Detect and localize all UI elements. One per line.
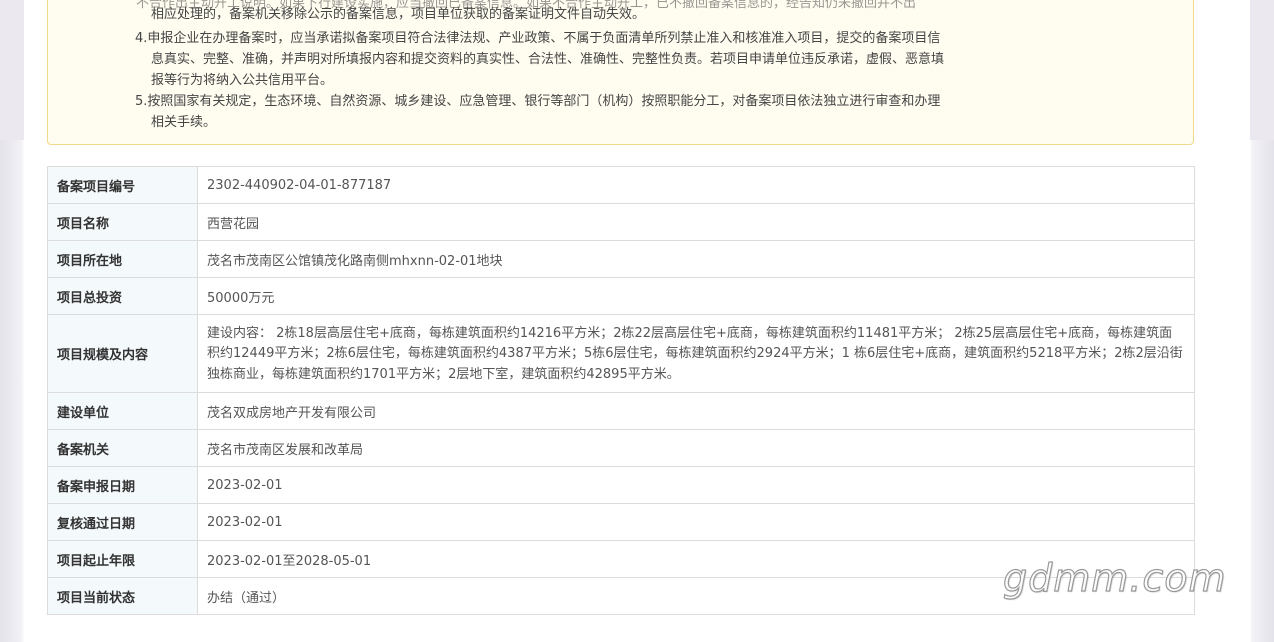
table-row: 建设单位 茂名双成房地产开发有限公司 [47, 392, 1195, 430]
notice-line: 息真实、完整、准确，并声明对所填报内容和提交资料的真实性、合法性、准确性、完整性… [151, 52, 945, 67]
filing-authority-value: 茂名市茂南区发展和改革局 [197, 429, 1195, 467]
page: 不合作出主动开工说明。如果下行建设实施，应当撤回已备案信息。如果不合作主动开工，… [0, 0, 1274, 642]
total-investment-label: 项目总投资 [47, 277, 198, 315]
filing-date-label: 备案申报日期 [47, 466, 198, 504]
project-name-value: 西营花园 [197, 203, 1195, 241]
project-location-value: 茂名市茂南区公馆镇茂化路南侧mhxnn-02-01地块 [197, 240, 1195, 278]
project-scale-value: 建设内容： 2栋18层高层住宅+底商，每栋建筑面积约14216平方米；2栋22层… [197, 314, 1195, 393]
table-row: 复核通过日期 2023-02-01 [47, 503, 1195, 541]
filing-authority-label: 备案机关 [47, 429, 198, 467]
notice-line: 相应处理的，备案机关移除公示的备案信息，项目单位获取的备案证明文件自动失效。 [151, 7, 646, 22]
table-row: 项目总投资 50000万元 [47, 277, 1195, 315]
table-row: 项目规模及内容 建设内容： 2栋18层高层住宅+底商，每栋建筑面积约14216平… [47, 314, 1195, 393]
notice-line: 报等行为将纳入公共信用平台。 [151, 73, 334, 88]
project-status-label: 项目当前状态 [47, 577, 198, 615]
right-background-strip [1250, 0, 1274, 140]
project-period-label: 项目起止年限 [47, 540, 198, 578]
notice-panel: 不合作出主动开工说明。如果下行建设实施，应当撤回已备案信息。如果不合作主动开工，… [47, 0, 1194, 145]
notice-item-5: 5.按照国家有关规定，生态环境、自然资源、城乡建设、应急管理、银行等部门（机构）… [135, 94, 941, 109]
table-row: 备案申报日期 2023-02-01 [47, 466, 1195, 504]
filing-date-value: 2023-02-01 [197, 466, 1195, 504]
notice-item-4: 4.申报企业在办理备案时，应当承诺拟备案项目符合法律法规、产业政策、不属于负面清… [135, 31, 941, 46]
record-number-label: 备案项目编号 [47, 166, 198, 204]
notice-line: 相关手续。 [151, 115, 217, 130]
project-name-label: 项目名称 [47, 203, 198, 241]
project-scale-label: 项目规模及内容 [47, 314, 198, 393]
total-investment-value: 50000万元 [197, 277, 1195, 315]
record-number-value: 2302-440902-04-01-877187 [197, 166, 1195, 204]
construction-unit-label: 建设单位 [47, 392, 198, 430]
table-row: 项目名称 西营花园 [47, 203, 1195, 241]
table-row: 备案机关 茂名市茂南区发展和改革局 [47, 429, 1195, 467]
table-row: 项目所在地 茂名市茂南区公馆镇茂化路南侧mhxnn-02-01地块 [47, 240, 1195, 278]
construction-unit-value: 茂名双成房地产开发有限公司 [197, 392, 1195, 430]
project-location-label: 项目所在地 [47, 240, 198, 278]
table-row: 备案项目编号 2302-440902-04-01-877187 [47, 166, 1195, 204]
left-background-strip [0, 0, 24, 140]
watermark-logo: gdmm.com [1002, 555, 1227, 600]
review-date-label: 复核通过日期 [47, 503, 198, 541]
record-table: 备案项目编号 2302-440902-04-01-877187 项目名称 西营花… [47, 166, 1195, 615]
review-date-value: 2023-02-01 [197, 503, 1195, 541]
